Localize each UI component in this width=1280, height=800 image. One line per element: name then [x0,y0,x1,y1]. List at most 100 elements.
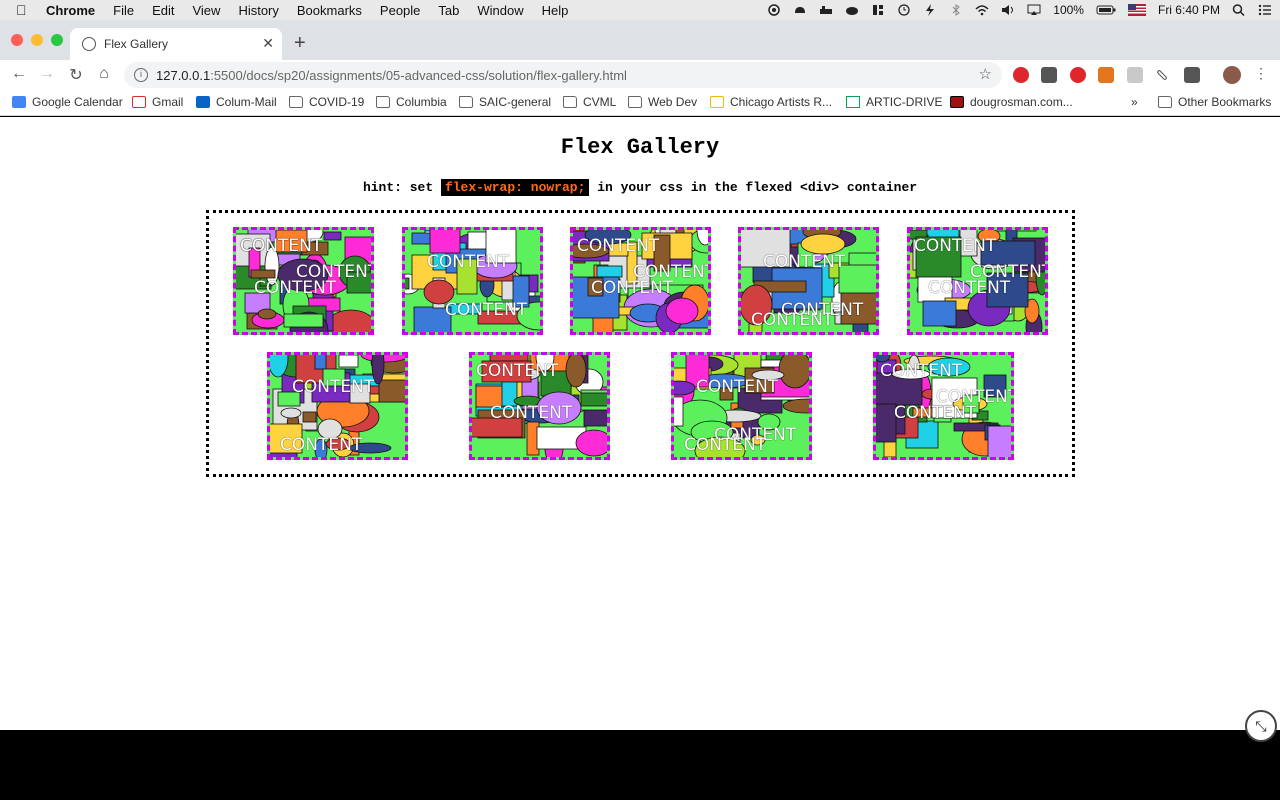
bookmark-label: Colum-Mail [216,95,277,109]
notification-center-icon[interactable] [1258,4,1272,16]
menu-history[interactable]: History [238,3,278,18]
cloud-icon[interactable] [845,4,859,16]
lastpass-icon[interactable] [1070,67,1086,83]
new-tab-button[interactable]: + [294,32,306,55]
forward-button[interactable]: → [37,65,57,83]
card-shape [280,407,302,419]
card-shape [257,308,277,320]
volume-icon[interactable] [1001,4,1015,16]
bookmark-cvml[interactable]: CVML [563,95,616,109]
card-shape [665,297,699,325]
menu-tab[interactable]: Tab [438,3,459,18]
bookmark-artic-drive[interactable]: ARTIC-DRIVE [846,95,942,109]
card-shape [922,300,957,327]
bookmark-chicago-artists[interactable]: Chicago Artists R... [710,95,832,109]
eyedropper-icon[interactable] [1156,69,1168,81]
bookmark-star-icon[interactable]: ☆ [979,65,992,83]
extension-gray-icon[interactable] [1127,67,1143,83]
menu-kebab-icon[interactable]: ⋮ [1251,65,1271,82]
card-content-label: CONTENT [763,252,846,272]
bookmark-saic-general[interactable]: SAIC-general [459,95,551,109]
menu-bookmarks[interactable]: Bookmarks [297,3,362,18]
facebook-icon[interactable] [1184,67,1200,83]
card-content-label: CONTENT [427,252,510,272]
bookmark-gmail[interactable]: Gmail [132,95,183,109]
avatar[interactable] [1223,66,1241,84]
bookmark-google-calendar[interactable]: Google Calendar [12,95,123,109]
card-content-label: CONTENT [292,377,375,397]
info-icon[interactable]: i [134,68,148,82]
back-button[interactable]: ← [9,65,29,83]
tab-flex-gallery[interactable]: Flex Gallery ✕ [70,28,282,60]
menu-file[interactable]: File [113,3,134,18]
time-machine-icon[interactable] [897,4,911,16]
flag-icon[interactable] [1127,4,1146,16]
card-shape [782,398,809,414]
folder-icon [628,96,642,108]
metamask-icon[interactable] [1098,67,1114,83]
gallery-card: CONTENT CONTENT CONTENT [907,227,1048,335]
folder-icon [459,96,473,108]
card-content-label: CONTENT [880,361,963,381]
url-path: :5500/docs/sp20/assignments/05-advanced-… [210,67,627,83]
site-icon [950,96,964,108]
drive-icon [846,96,860,108]
bolt-icon[interactable] [923,4,937,16]
menu-app[interactable]: Chrome [46,3,95,18]
grid-icon[interactable] [871,4,885,16]
resize-icon[interactable]: ⤡ [1245,710,1277,742]
menu-edit[interactable]: Edit [152,3,174,18]
card-shape [323,231,342,241]
browser-toolbar: ← → ↻ ⌂ i 127.0.0.1:5500/docs/sp20/assig… [0,60,1280,90]
clock[interactable]: Fri 6:40 PM [1158,3,1220,17]
globe-icon [82,37,96,51]
card-content-label: CONTENT [240,236,323,256]
folder-icon [1158,96,1172,108]
screen:  Chrome File Edit View History Bookmark… [0,0,1280,800]
card-content-label: CONTENT [445,300,528,320]
bookmark-columbia[interactable]: Columbia [376,95,447,109]
creative-cloud-icon[interactable] [793,4,807,16]
battery-percent: 100% [1053,3,1084,17]
gallery-card: CONTENT CONTENT [469,352,610,460]
home-button[interactable]: ⌂ [94,65,114,83]
address-bar[interactable]: i 127.0.0.1:5500/docs/sp20/assignments/0… [124,62,1002,88]
battery-icon[interactable] [1096,4,1116,16]
extension-dots-icon[interactable] [1041,67,1057,83]
docker-icon[interactable] [819,4,833,16]
folder-icon [376,96,390,108]
gallery-card: CONTENT CONTENT [267,352,408,460]
bluetooth-icon[interactable] [949,4,963,16]
zoom-window-button[interactable] [51,34,63,46]
outlook-icon [196,96,210,108]
adblock-icon[interactable] [1013,67,1029,83]
menu-help[interactable]: Help [542,3,569,18]
folder-icon [563,96,577,108]
bookmarks-overflow-button[interactable]: » [1131,95,1138,109]
record-icon[interactable] [767,4,781,16]
flex-gallery-container: CONTENT CONTENT CONTENT CONTENT CONTENT CONTE… [206,210,1075,477]
card-shape [876,403,897,443]
bookmark-label: CVML [583,95,617,109]
apple-icon[interactable]:  [16,2,34,18]
menu-people[interactable]: People [380,3,420,18]
gallery-card: CONTENT CONTENT CONTENT CONTENT [738,227,879,335]
bookmark-web-dev[interactable]: Web Dev [628,95,697,109]
spotlight-icon[interactable] [1232,4,1246,17]
bookmark-colum-mail[interactable]: Colum-Mail [196,95,277,109]
wifi-icon[interactable] [975,4,989,16]
card-content-label: CONTENT [894,403,977,423]
reload-button[interactable]: ↻ [66,65,86,85]
bookmark-covid-19[interactable]: COVID-19 [289,95,364,109]
menu-view[interactable]: View [192,3,220,18]
bookmark-label: Chicago Artists R... [730,95,833,109]
slides-icon [710,96,724,108]
menu-window[interactable]: Window [477,3,523,18]
airplay-icon[interactable] [1027,4,1041,16]
close-tab-icon[interactable]: ✕ [262,35,274,52]
bookmark-dougrosman[interactable]: dougrosman.com... [950,95,1073,109]
bookmark-label: dougrosman.com... [970,95,1073,109]
minimize-window-button[interactable] [31,34,43,46]
other-bookmarks[interactable]: Other Bookmarks [1158,95,1271,109]
close-window-button[interactable] [11,34,23,46]
